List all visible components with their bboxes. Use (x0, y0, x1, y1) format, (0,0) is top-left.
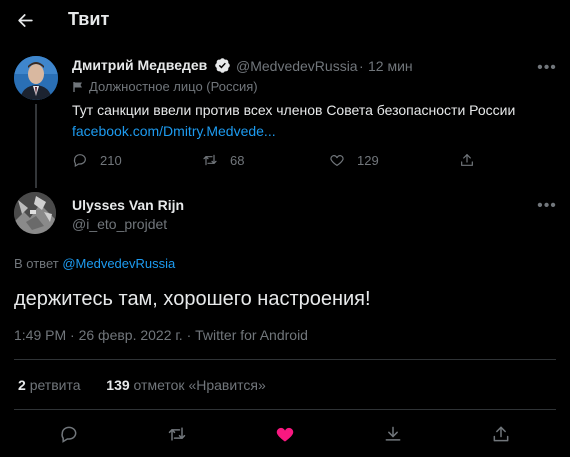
retweet-icon (203, 154, 217, 166)
retweet-icon (168, 427, 186, 441)
parent-author-handle[interactable]: @MedvedevRussia (236, 58, 358, 74)
reply-to-line: В ответ @MedvedevRussia (14, 256, 175, 271)
more-icon: ••• (537, 59, 557, 76)
tweet-time[interactable]: 1:49 PM (14, 327, 66, 343)
like-icon (330, 155, 344, 167)
like-count: 139 (106, 377, 130, 393)
reply-avatar[interactable] (14, 192, 56, 234)
parent-retweet-button[interactable]: 68 (202, 152, 244, 168)
thread-line (35, 104, 37, 188)
divider (14, 359, 556, 360)
government-label: Должностное лицо (Россия) (72, 79, 258, 94)
back-arrow-icon (17, 13, 33, 27)
parent-author-name[interactable]: Дмитрий Медведев (72, 57, 207, 73)
avatar[interactable] (14, 56, 58, 100)
parent-share-button[interactable] (459, 152, 487, 168)
flag-icon (73, 81, 82, 92)
reply-button[interactable] (55, 420, 83, 448)
parent-reply-button[interactable]: 210 (72, 152, 122, 168)
parent-tweet-link[interactable]: facebook.com/Dmitry.Medvede... (72, 123, 276, 139)
like-button[interactable] (271, 420, 299, 448)
parent-retweet-count: 68 (230, 152, 245, 168)
retweet-label: ретвита (29, 377, 81, 393)
retweet-button[interactable] (163, 420, 191, 448)
parent-like-count: 129 (357, 152, 379, 168)
reply-author-name[interactable]: Ulysses Van Rijn (72, 197, 184, 213)
reply-more-button[interactable]: ••• (534, 196, 560, 216)
share-icon (493, 426, 509, 442)
more-icon: ••• (537, 197, 557, 214)
header: Твит (0, 0, 570, 40)
share-icon (461, 154, 473, 166)
back-button[interactable] (10, 5, 40, 35)
reply-author-handle[interactable]: @i_eto_projdet (72, 216, 167, 232)
tweet-meta: 1:49 PM · 26 февр. 2022 г. · Twitter for… (14, 327, 308, 343)
reply-tweet-text: держитесь там, хорошего настроения! (14, 288, 371, 310)
reply-to-prefix: В ответ (14, 256, 59, 271)
separator-dot: · (359, 58, 364, 74)
parent-like-button[interactable]: 129 (329, 152, 379, 168)
like-stat[interactable]: 139 отметок «Нравится» (106, 377, 266, 393)
government-label-text: Должностное лицо (Россия) (89, 79, 258, 94)
tweet-stats: 2 ретвита 139 отметок «Нравится» (18, 377, 266, 393)
share-button[interactable] (487, 420, 515, 448)
retweet-stat[interactable]: 2 ретвита (18, 377, 84, 393)
tweet-actions (0, 420, 570, 448)
bookmark-share-button[interactable] (379, 420, 407, 448)
parent-tweet-text: Тут санкции ввели против всех членов Сов… (72, 102, 516, 118)
reply-icon (61, 426, 77, 443)
tweet-page: Твит Дмитрий Медведев @MedvedevRussia · … (0, 0, 570, 457)
download-share-icon (385, 426, 401, 441)
like-label: отметок «Нравится» (133, 377, 266, 393)
parent-more-button[interactable]: ••• (534, 58, 560, 78)
divider (14, 409, 556, 410)
verified-badge-icon (215, 58, 230, 73)
tweet-source[interactable]: Twitter for Android (195, 327, 308, 343)
parent-tweet[interactable]: Дмитрий Медведев @MedvedevRussia · 12 ми… (0, 44, 570, 188)
tweet-date[interactable]: 26 февр. 2022 г. (79, 327, 183, 343)
page-title: Твит (68, 9, 110, 29)
reply-icon (73, 154, 86, 168)
parent-time[interactable]: 12 мин (368, 58, 413, 74)
reply-to-handle-link[interactable]: @MedvedevRussia (62, 256, 175, 271)
meta-dot: · (70, 327, 75, 343)
like-icon (276, 427, 294, 442)
retweet-count: 2 (18, 377, 26, 393)
parent-reply-count: 210 (100, 152, 122, 168)
meta-dot: · (186, 327, 192, 343)
parent-actions: 210 68 129 (72, 152, 492, 172)
